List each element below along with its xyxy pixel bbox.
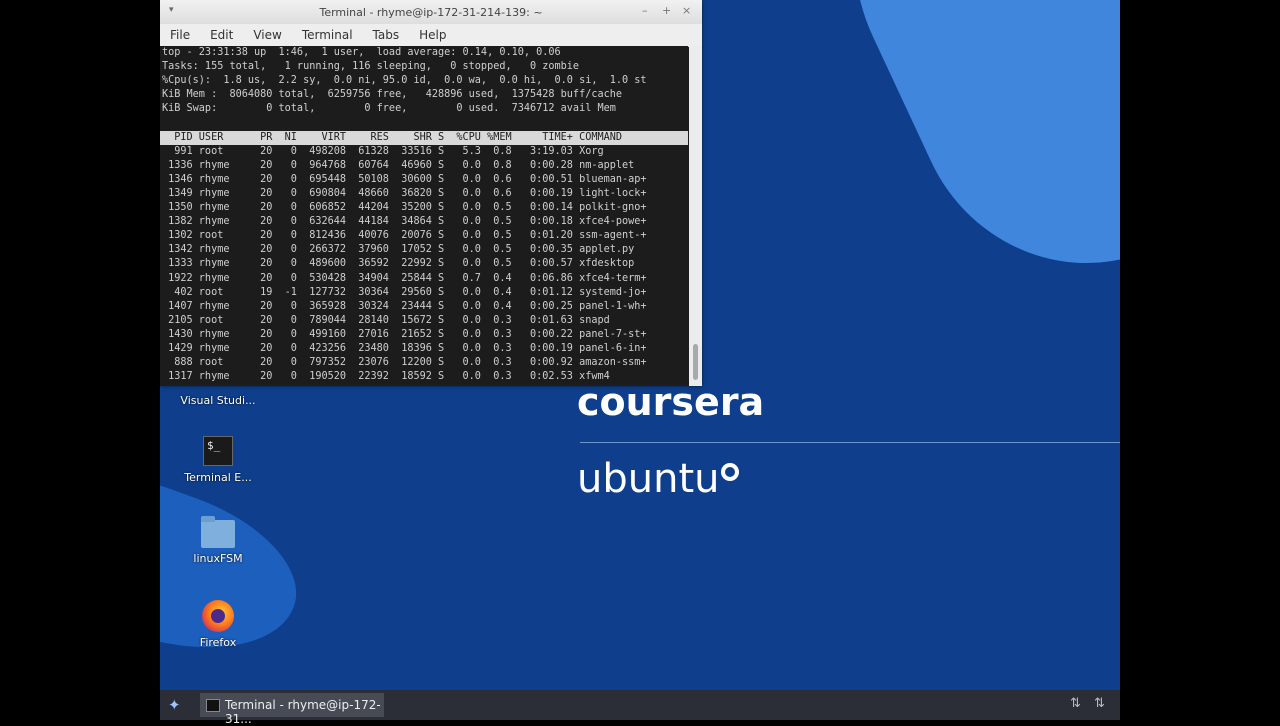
top-summary-line: %Cpu(s): 1.8 us, 2.2 sy, 0.0 ni, 95.0 id… (162, 75, 647, 87)
desktop-icon-visual-studio[interactable]: Visual Studi... (160, 394, 276, 407)
menu-help[interactable]: Help (409, 24, 456, 42)
top-summary-line: KiB Swap: 0 total, 0 free, 0 used. 73467… (162, 103, 616, 115)
desktop-icon-label: Visual Studi... (180, 394, 256, 407)
ubuntu-logo-text: ubuntu (577, 456, 720, 502)
desktop-icon-firefox[interactable]: Firefox (160, 600, 276, 649)
menu-tabs[interactable]: Tabs (363, 24, 410, 42)
process-row: 1302 root 20 0 812436 40076 20076 S 0.0 … (162, 230, 647, 242)
whisker-menu-icon[interactable]: ✦ (168, 696, 186, 714)
process-row: 1922 rhyme 20 0 530428 34904 25844 S 0.7… (162, 272, 647, 284)
terminal-icon: $_ (203, 436, 233, 466)
terminal-output[interactable]: top - 23:31:38 up 1:46, 1 user, load ave… (160, 46, 688, 386)
menu-view[interactable]: View (243, 24, 291, 42)
top-summary-line: top - 23:31:38 up 1:46, 1 user, load ave… (162, 47, 561, 58)
top-summary-line: Tasks: 155 total, 1 running, 116 sleepin… (162, 61, 580, 73)
terminal-window[interactable]: ▾ Terminal - rhyme@ip-172-31-214-139: ~ … (160, 0, 702, 386)
process-table-header: PID USER PR NI VIRT RES SHR S %CPU %MEM … (160, 130, 688, 145)
taskbar: ✦ Terminal - rhyme@ip-172-31... ⇅ ⇅ (160, 690, 1120, 726)
process-row: 1317 rhyme 20 0 190520 22392 18592 S 0.0… (162, 371, 610, 383)
process-row: 1349 rhyme 20 0 690804 48660 36820 S 0.0… (162, 187, 647, 199)
desktop-icon-terminal[interactable]: $_ Terminal E... (160, 436, 276, 484)
process-row: 1429 rhyme 20 0 423256 23480 18396 S 0.0… (162, 342, 647, 354)
folder-icon (201, 516, 235, 548)
process-row: 1342 rhyme 20 0 266372 37960 17052 S 0.0… (162, 244, 635, 256)
terminal-scrollbar[interactable] (689, 46, 702, 386)
desktop-icon-label: linuxFSM (193, 552, 243, 565)
top-summary-line: KiB Mem : 8064080 total, 6259756 free, 4… (162, 89, 623, 101)
window-titlebar[interactable]: ▾ Terminal - rhyme@ip-172-31-214-139: ~ … (160, 0, 702, 24)
desktop-icon-label: Firefox (199, 636, 237, 649)
firefox-icon (202, 600, 234, 632)
menu-file[interactable]: File (160, 24, 200, 42)
process-row: 1333 rhyme 20 0 489600 36592 22992 S 0.0… (162, 258, 635, 270)
process-row: 1336 rhyme 20 0 964768 60764 46960 S 0.0… (162, 159, 635, 171)
window-title: Terminal - rhyme@ip-172-31-214-139: ~ (319, 6, 543, 19)
process-row: 1350 rhyme 20 0 606852 44204 35200 S 0.0… (162, 202, 647, 214)
network-icon[interactable]: ⇅ (1070, 696, 1081, 711)
process-row: 1430 rhyme 20 0 499160 27016 21652 S 0.0… (162, 328, 647, 340)
wallpaper-shape (792, 0, 1120, 319)
process-row: 1407 rhyme 20 0 365928 30324 23444 S 0.0… (162, 300, 647, 312)
process-row: 2105 root 20 0 789044 28140 15672 S 0.0 … (162, 314, 610, 326)
process-row: 402 root 19 -1 127732 30364 29560 S 0.0 … (162, 286, 647, 298)
menu-terminal[interactable]: Terminal (292, 24, 363, 42)
close-button[interactable]: × (682, 4, 691, 17)
taskbar-item-label: Terminal - rhyme@ip-172-31... (225, 698, 381, 726)
maximize-button[interactable]: + (662, 4, 671, 17)
ubuntu-circle-icon (721, 463, 739, 481)
wallpaper-divider (580, 442, 1120, 443)
network-icon[interactable]: ⇅ (1094, 696, 1105, 711)
scrollbar-thumb[interactable] (693, 344, 698, 380)
desktop-icon-label: Terminal E... (184, 471, 252, 484)
terminal-icon (206, 699, 220, 712)
process-row: 888 root 20 0 797352 23076 12200 S 0.0 0… (162, 357, 647, 369)
process-row: 1382 rhyme 20 0 632644 44184 34864 S 0.0… (162, 216, 647, 228)
menu-edit[interactable]: Edit (200, 24, 243, 42)
menubar: File Edit View Terminal Tabs Help (160, 24, 702, 47)
taskbar-item-terminal[interactable]: Terminal - rhyme@ip-172-31... (200, 693, 384, 726)
process-row: 991 root 20 0 498208 61328 33516 S 5.3 0… (162, 145, 604, 157)
coursera-logo: coursera (577, 380, 765, 424)
process-row: 1346 rhyme 20 0 695448 50108 30600 S 0.0… (162, 173, 647, 185)
minimize-button[interactable]: – (642, 4, 648, 17)
desktop-icon-linuxfsm[interactable]: linuxFSM (160, 516, 276, 565)
